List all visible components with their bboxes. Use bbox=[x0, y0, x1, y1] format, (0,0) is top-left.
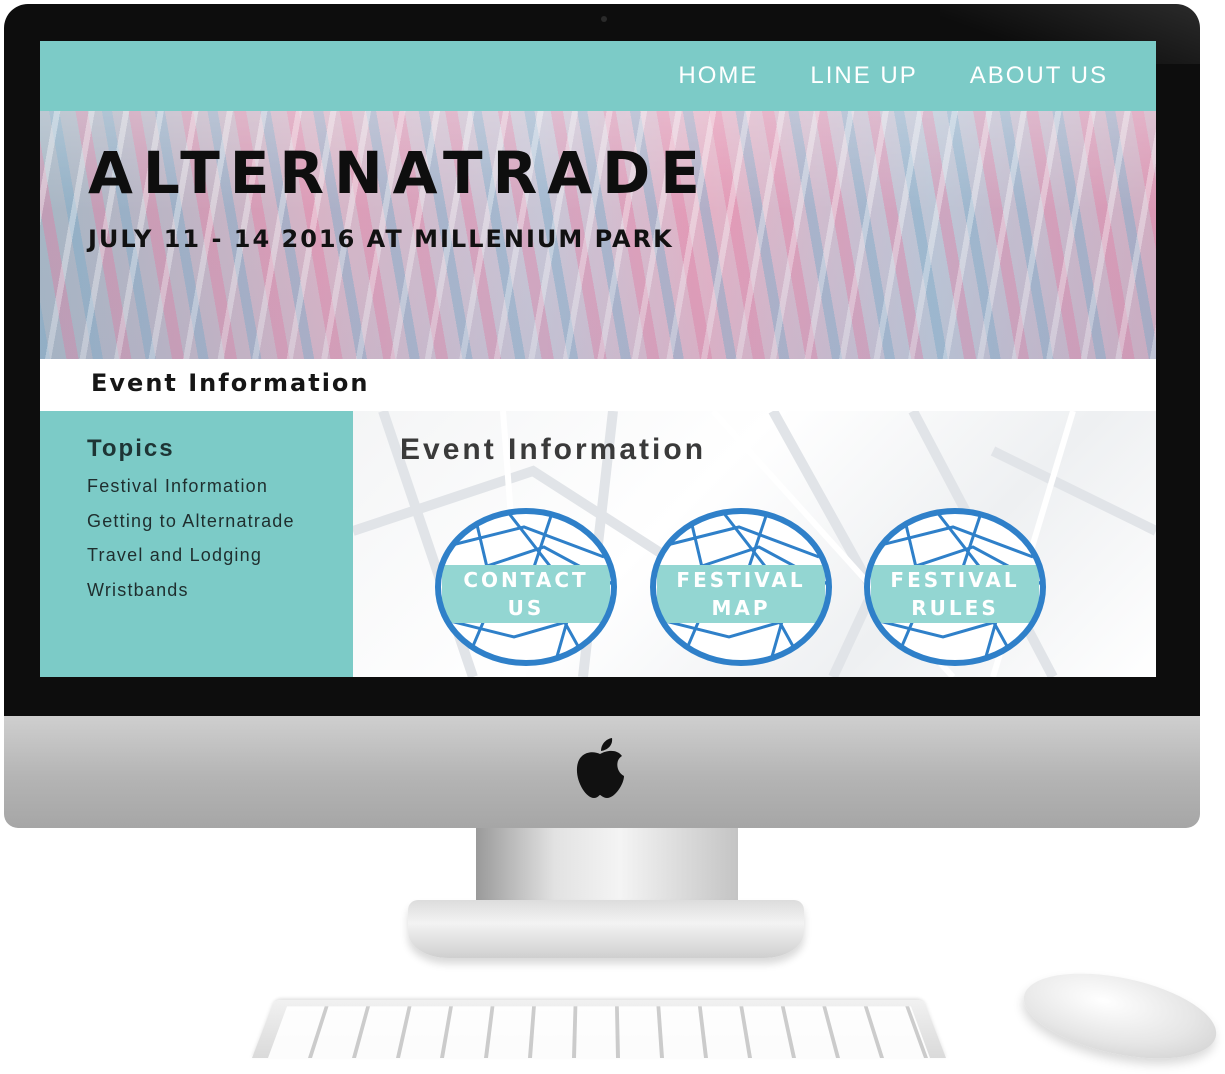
topic-travel-lodging-link[interactable]: Travel and Lodging bbox=[87, 544, 295, 579]
keyboard-keys bbox=[268, 1006, 930, 1058]
festival-rules-label: FESTIVAL RULES bbox=[879, 565, 1031, 623]
site-title: ALTERNATRADE bbox=[88, 139, 710, 207]
main-content: Event Information CONTACT US FESTIVAL MA… bbox=[353, 411, 1156, 677]
contact-us-button[interactable]: CONTACT US bbox=[434, 507, 618, 667]
event-dates: JULY 11 - 14 2016 AT MILLENIUM PARK bbox=[88, 225, 674, 253]
website-screen: HOME LINE UP ABOUT US ALTERNATRADE JULY … bbox=[40, 41, 1156, 677]
mouse bbox=[1016, 958, 1224, 1073]
content-title: Event Information bbox=[400, 433, 706, 467]
topic-festival-information-link[interactable]: Festival Information bbox=[87, 475, 295, 510]
nav-line-up-link[interactable]: LINE UP bbox=[810, 62, 917, 90]
keyboard bbox=[252, 1000, 946, 1058]
top-nav: HOME LINE UP ABOUT US bbox=[40, 41, 1156, 111]
section-header: Event Information bbox=[40, 359, 1156, 411]
monitor-stand-foot bbox=[408, 900, 804, 958]
hero-banner: ALTERNATRADE JULY 11 - 14 2016 AT MILLEN… bbox=[40, 111, 1156, 359]
apple-icon bbox=[572, 738, 628, 800]
nav-about-us-link[interactable]: ABOUT US bbox=[970, 62, 1108, 90]
festival-map-label: FESTIVAL MAP bbox=[665, 565, 817, 623]
topic-getting-there-link[interactable]: Getting to Alternatrade bbox=[87, 510, 295, 545]
nav-home-link[interactable]: HOME bbox=[678, 62, 758, 90]
festival-rules-button[interactable]: FESTIVAL RULES bbox=[863, 507, 1047, 667]
festival-map-button[interactable]: FESTIVAL MAP bbox=[649, 507, 833, 667]
topic-wristbands-link[interactable]: Wristbands bbox=[87, 579, 295, 614]
topics-heading: Topics bbox=[87, 435, 175, 463]
contact-us-label: CONTACT US bbox=[450, 565, 602, 623]
topics-list: Festival Information Getting to Alternat… bbox=[87, 475, 295, 613]
camera-icon bbox=[601, 16, 607, 22]
section-title: Event Information bbox=[91, 369, 370, 397]
topics-sidebar: Topics Festival Information Getting to A… bbox=[40, 411, 353, 677]
